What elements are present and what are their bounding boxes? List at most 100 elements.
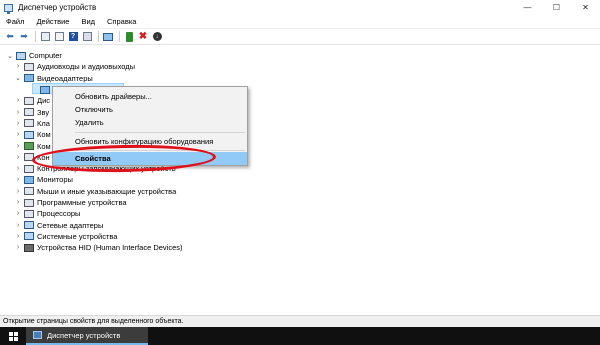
expand-arrow-icon[interactable]: ›	[14, 143, 22, 150]
expand-arrow-icon[interactable]: ›	[14, 131, 22, 138]
menu-action[interactable]: Действие	[30, 17, 75, 26]
expand-arrow-icon[interactable]: ›	[14, 165, 22, 172]
expand-arrow-icon[interactable]: ›	[14, 244, 22, 251]
audio-icon	[24, 62, 34, 71]
device-manager-icon	[33, 331, 42, 339]
context-menu: Обновить драйверы... Отключить Удалить О…	[52, 86, 248, 166]
computer-icon	[16, 51, 26, 60]
tree-item-processors[interactable]: › Процессоры	[14, 208, 81, 219]
help-icon[interactable]: ?	[67, 31, 79, 43]
display-adapter-device-icon	[40, 85, 50, 94]
expand-arrow-icon[interactable]: ›	[14, 176, 22, 183]
status-bar: Открытие страницы свойств для выделенног…	[0, 315, 600, 327]
hid-icon	[24, 243, 34, 252]
start-button[interactable]	[0, 327, 26, 345]
tree-item-disks[interactable]: › Дис	[14, 95, 50, 106]
tree-item-system-devices[interactable]: › Системные устройства	[14, 231, 118, 242]
remove-icon[interactable]: ✖	[137, 31, 149, 43]
expand-arrow-icon[interactable]: ›	[14, 63, 22, 70]
tree-item-label: Процессоры	[37, 209, 81, 219]
menu-item-properties[interactable]: Свойства	[53, 152, 247, 165]
maximize-button[interactable]: ☐	[542, 0, 571, 15]
tree-item-label: Дис	[37, 96, 51, 106]
expand-arrow-icon[interactable]: ›	[14, 199, 22, 206]
menu-item-uninstall[interactable]: Удалить	[53, 116, 247, 129]
tree-item-monitors[interactable]: › Мониторы	[14, 174, 73, 185]
view-icon[interactable]	[81, 31, 93, 43]
menu-view[interactable]: Вид	[75, 17, 101, 26]
minimize-button[interactable]: —	[513, 0, 542, 15]
expand-arrow-icon[interactable]: ›	[14, 97, 22, 104]
disk-icon	[24, 96, 34, 105]
tree-item-label: Устройства HID (Human Interface Devices)	[37, 243, 183, 253]
close-button[interactable]: ✕	[571, 0, 600, 15]
tree-item-computer[interactable]: › Ком	[14, 129, 51, 140]
tree-item-mice[interactable]: › Мыши и иные указывающие устройства	[14, 186, 176, 197]
window-title: Диспетчер устройств	[18, 3, 97, 12]
windows-logo-icon	[8, 331, 18, 341]
expand-arrow-icon[interactable]: ›	[14, 222, 22, 229]
update-driver-icon[interactable]	[123, 31, 135, 43]
menu-help[interactable]: Справка	[101, 17, 142, 26]
collapse-arrow-icon[interactable]: ⌄	[14, 74, 22, 82]
ide-icon	[24, 153, 34, 162]
computer-icon	[24, 130, 34, 139]
tree-item-network[interactable]: › Сетевые адаптеры	[14, 220, 104, 231]
expand-arrow-icon[interactable]: ›	[14, 210, 22, 217]
network-icon	[24, 221, 34, 230]
tree-item-label: Программные устройства	[37, 198, 127, 208]
tree-item-label: Системные устройства	[37, 231, 118, 241]
expand-arrow-icon[interactable]: ›	[14, 233, 22, 240]
controller-icon	[24, 142, 34, 151]
download-icon[interactable]: ↓	[151, 31, 163, 43]
collapse-arrow-icon[interactable]: ⌄	[6, 52, 14, 60]
sound-icon	[24, 108, 34, 117]
tree-item-label: Кла	[37, 118, 50, 128]
menu-item-scan-hardware[interactable]: Обновить конфигурацию оборудования	[53, 135, 247, 148]
tree-item-hid[interactable]: › Устройства HID (Human Interface Device…	[14, 242, 183, 253]
taskbar-app-button[interactable]: Диспетчер устройств	[26, 327, 148, 345]
monitor-icon	[24, 175, 34, 184]
tree-item-software-devices[interactable]: › Программные устройства	[14, 197, 127, 208]
tree-item-label: Мыши и иные указывающие устройства	[37, 186, 177, 196]
menu-item-update-drivers[interactable]: Обновить драйверы...	[53, 90, 247, 103]
tree-item-label: Аудиовходы и аудиовыходы	[37, 62, 136, 72]
tree-item-display-device[interactable]	[30, 84, 53, 95]
menu-bar: Файл Действие Вид Справка	[0, 15, 600, 29]
cpu-icon	[24, 209, 34, 218]
storage-icon	[24, 164, 34, 173]
status-text: Открытие страницы свойств для выделенног…	[3, 318, 184, 325]
properties-icon[interactable]	[39, 31, 51, 43]
system-icon	[24, 232, 34, 241]
taskbar: Диспетчер устройств	[0, 327, 600, 345]
toolbar-separator	[119, 31, 120, 42]
tree-item-label: Мониторы	[37, 175, 73, 185]
software-device-icon	[24, 198, 34, 207]
device-manager-icon	[4, 3, 13, 14]
forward-icon[interactable]: ➡	[18, 31, 30, 43]
menu-file[interactable]: Файл	[0, 17, 30, 26]
tree-item-audio[interactable]: › Аудиовходы и аудиовыходы	[14, 61, 135, 72]
mouse-icon	[24, 187, 34, 196]
tree-root[interactable]: ⌄ Computer	[6, 50, 62, 61]
tree-item-controllers[interactable]: › Ком	[14, 140, 51, 151]
expand-arrow-icon[interactable]: ›	[14, 154, 22, 161]
keyboard-icon	[24, 119, 34, 128]
title-bar: Диспетчер устройств — ☐ ✕	[0, 0, 600, 15]
expand-arrow-icon[interactable]: ›	[14, 120, 22, 127]
tree-item-label: Кон	[37, 152, 50, 162]
tree-icon[interactable]	[53, 31, 65, 43]
back-icon[interactable]: ⬅	[4, 31, 16, 43]
tree-item-label: Ком	[37, 141, 51, 151]
taskbar-app-label: Диспетчер устройств	[47, 330, 121, 340]
monitor-icon[interactable]	[102, 31, 114, 43]
tree-item-ide[interactable]: › Кон	[14, 152, 50, 163]
tree-root-label: Computer	[29, 51, 62, 61]
expand-arrow-icon[interactable]: ›	[14, 188, 22, 195]
tree-item-keyboards[interactable]: › Кла	[14, 118, 50, 129]
toolbar: ⬅ ➡ ? ✖ ↓	[0, 29, 600, 45]
expand-arrow-icon[interactable]: ›	[14, 109, 22, 116]
menu-item-disable[interactable]: Отключить	[53, 103, 247, 116]
tree-item-label: Видеоадаптеры	[37, 73, 93, 83]
tree-item-sound[interactable]: › Зву	[14, 107, 49, 118]
